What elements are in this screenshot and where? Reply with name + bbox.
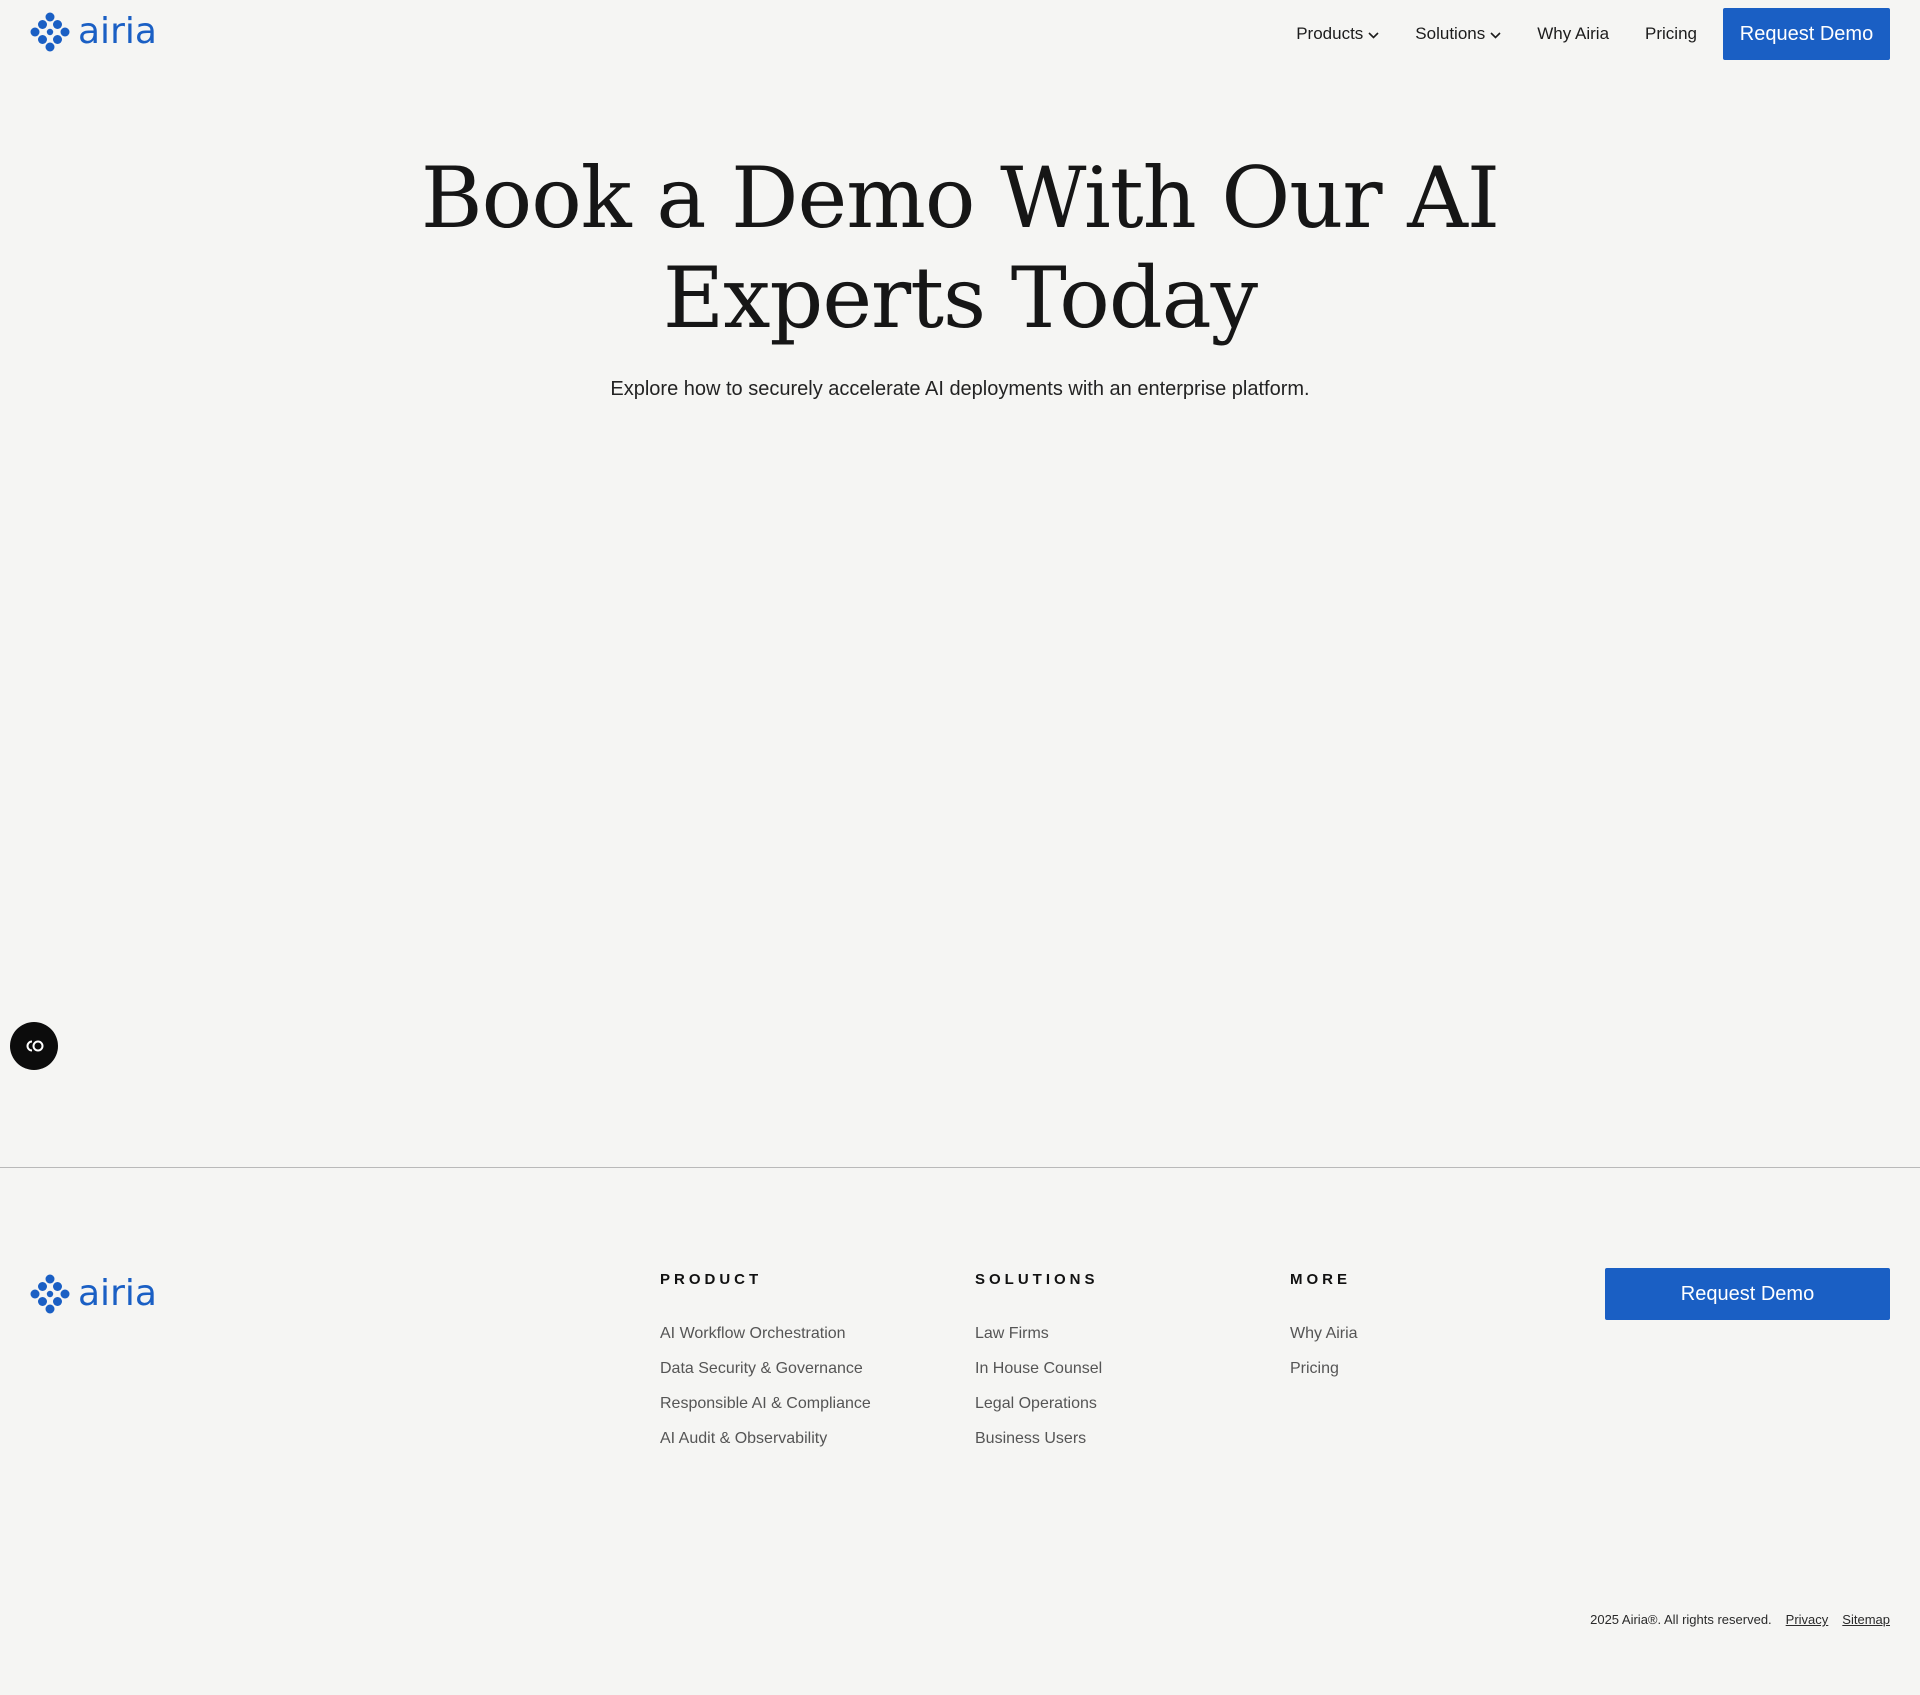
chevron-down-icon (1490, 31, 1501, 39)
footer-logo[interactable]: airia (30, 1274, 157, 1314)
accessibility-button[interactable] (10, 1022, 58, 1070)
nav-products[interactable]: Products (1296, 24, 1379, 44)
footer-link-responsible-ai-compliance[interactable]: Responsible AI & Compliance (660, 1394, 871, 1429)
nav-products-label: Products (1296, 24, 1364, 43)
header-logo-text: airia (78, 11, 157, 52)
accessibility-icon (26, 1040, 44, 1052)
footer-request-demo-button[interactable]: Request Demo (1605, 1268, 1890, 1320)
airia-logo-icon (30, 12, 70, 52)
footer-legal: 2025 Airia®. All rights reserved. Privac… (1590, 1612, 1890, 1627)
nav-solutions-label: Solutions (1415, 24, 1486, 43)
airia-logo-icon (30, 1274, 70, 1314)
page-subtitle: Explore how to securely accelerate AI de… (610, 378, 1310, 400)
nav-why-airia[interactable]: Why Airia (1537, 24, 1609, 44)
copyright-text: 2025 Airia®. All rights reserved. (1590, 1612, 1772, 1627)
footer-link-data-security-governance[interactable]: Data Security & Governance (660, 1359, 871, 1394)
page-title: Book a Demo With Our AI Experts Today (0, 148, 1920, 348)
footer-column-solutions: SOLUTIONS Law Firms In House Counsel Leg… (975, 1272, 1102, 1464)
header-logo[interactable]: airia (30, 12, 157, 52)
nav-pricing[interactable]: Pricing (1645, 24, 1697, 44)
header-request-demo-button[interactable]: Request Demo (1723, 8, 1890, 60)
footer-link-in-house-counsel[interactable]: In House Counsel (975, 1359, 1102, 1394)
footer-column-product: PRODUCT AI Workflow Orchestration Data S… (660, 1272, 871, 1464)
main-nav: Products Solutions Why Airia Pricing Req… (1296, 8, 1890, 60)
footer-link-ai-audit-observability[interactable]: AI Audit & Observability (660, 1429, 871, 1464)
footer-link-business-users[interactable]: Business Users (975, 1429, 1102, 1464)
footer-divider (0, 1167, 1920, 1168)
footer-heading-more: MORE (1290, 1271, 1351, 1288)
sitemap-link[interactable]: Sitemap (1842, 1612, 1890, 1627)
footer-logo-text: airia (78, 1273, 157, 1314)
privacy-link[interactable]: Privacy (1786, 1612, 1829, 1627)
footer-heading-solutions: SOLUTIONS (975, 1271, 1099, 1288)
nav-pricing-label: Pricing (1645, 24, 1697, 43)
footer-link-law-firms[interactable]: Law Firms (975, 1324, 1102, 1359)
footer-heading-product: PRODUCT (660, 1271, 763, 1288)
page-title-line-1: Book a Demo With Our AI (420, 149, 1500, 247)
footer-link-ai-workflow-orchestration[interactable]: AI Workflow Orchestration (660, 1324, 871, 1359)
site-header: airia Products Solutions Why Airia Prici… (0, 0, 1920, 68)
footer-link-pricing[interactable]: Pricing (1290, 1359, 1358, 1394)
footer-link-legal-operations[interactable]: Legal Operations (975, 1394, 1102, 1429)
footer-column-more: MORE Why Airia Pricing (1290, 1272, 1358, 1394)
footer-link-why-airia[interactable]: Why Airia (1290, 1324, 1358, 1359)
nav-why-airia-label: Why Airia (1537, 24, 1610, 43)
page-title-line-2: Experts Today (662, 249, 1258, 347)
nav-solutions[interactable]: Solutions (1415, 24, 1501, 44)
chevron-down-icon (1368, 31, 1379, 39)
